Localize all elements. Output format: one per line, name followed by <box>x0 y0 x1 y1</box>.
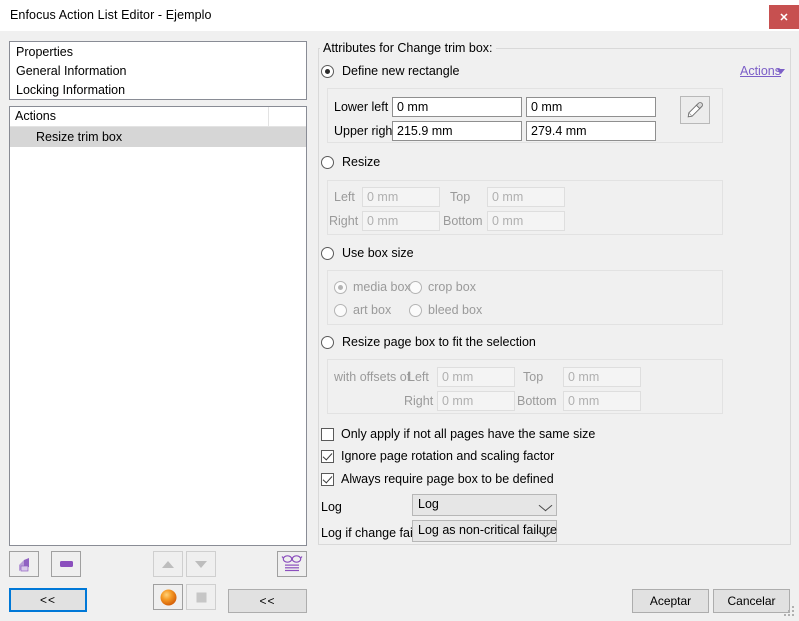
eyedropper-button[interactable] <box>680 96 710 124</box>
orange-sphere-icon <box>160 589 176 605</box>
checkbox-label-ignore-page-rotation-and-scaling-factor[interactable]: Ignore page rotation and scaling factor <box>341 449 554 463</box>
title-divider <box>0 31 799 33</box>
lower-left-label: Lower left <box>334 100 389 114</box>
resize-right-input[interactable]: 0 mm <box>362 211 440 231</box>
radio-bleed-box[interactable] <box>409 304 422 317</box>
upper-right-x-input[interactable]: 215.9 mm <box>392 121 522 141</box>
offset-top-label: Top <box>523 370 544 384</box>
properties-item-properties[interactable]: Properties <box>10 42 306 61</box>
gray-square-icon <box>196 592 206 602</box>
actions-list-header: Actions <box>10 107 306 127</box>
collapse-left-button[interactable]: << <box>9 588 87 612</box>
properties-item-locking-information[interactable]: Locking Information <box>10 80 306 99</box>
lower-left-y-input[interactable]: 0 mm <box>526 97 656 117</box>
lower-left-x-input[interactable]: 0 mm <box>392 97 522 117</box>
checkbox-always-require-page-box-to-be-defined[interactable] <box>321 473 334 486</box>
dialog-window: Enfocus Action List Editor - Ejemplo ✕ P… <box>0 0 799 621</box>
log-label: Log <box>321 500 342 514</box>
radio-use-box-size[interactable] <box>321 247 334 260</box>
radio-label-bleed-box[interactable]: bleed box <box>428 303 482 317</box>
title-bar: Enfocus Action List Editor - Ejemplo ✕ <box>0 0 799 31</box>
properties-item-general-information[interactable]: General Information <box>10 61 306 80</box>
radio-label-resize-page-box-to-fit-selection[interactable]: Resize page box to fit the selection <box>342 335 536 349</box>
stop-button[interactable] <box>186 584 216 610</box>
radio-label-crop-box[interactable]: crop box <box>428 280 476 294</box>
preview-button[interactable] <box>277 551 307 577</box>
radio-define-new-rectangle[interactable] <box>321 65 334 78</box>
resize-bottom-input[interactable]: 0 mm <box>487 211 565 231</box>
move-down-icon <box>195 560 207 568</box>
group-border-right <box>470 48 791 49</box>
offset-right-input[interactable]: 0 mm <box>437 391 515 411</box>
log-if-change-fails-dropdown[interactable]: Log as non-critical failure <box>412 520 557 542</box>
add-action-button[interactable] <box>9 551 39 577</box>
resize-right-label: Right <box>329 214 359 228</box>
log-dropdown[interactable]: Log <box>412 494 557 516</box>
preview-glasses-icon <box>281 555 303 572</box>
cancel-button[interactable]: Cancelar <box>713 589 790 613</box>
resize-top-input[interactable]: 0 mm <box>487 187 565 207</box>
window-title: Enfocus Action List Editor - Ejemplo <box>10 8 212 22</box>
offset-bottom-input[interactable]: 0 mm <box>563 391 641 411</box>
remove-action-button[interactable] <box>51 551 81 577</box>
resize-grip[interactable] <box>784 606 796 618</box>
add-action-icon <box>18 557 29 571</box>
log-if-change-fails-dropdown-value: Log as non-critical failure <box>418 523 557 537</box>
offset-right-label: Right <box>404 394 434 408</box>
properties-list[interactable]: Properties General Information Locking I… <box>9 41 307 100</box>
checkbox-label-only-apply-if-not-all-pages-same-size[interactable]: Only apply if not all pages have the sam… <box>341 427 595 441</box>
resize-left-label: Left <box>334 190 355 204</box>
actions-column-header: Actions <box>15 109 56 123</box>
radio-label-use-box-size[interactable]: Use box size <box>342 246 414 260</box>
radio-label-define-new-rectangle[interactable]: Define new rectangle <box>342 64 459 78</box>
log-if-change-fails-label: Log if change fails <box>321 526 422 540</box>
resize-top-label: Top <box>450 190 471 204</box>
radio-crop-box[interactable] <box>409 281 422 294</box>
resize-bottom-label: Bottom <box>443 214 483 228</box>
actions-list[interactable]: Actions Resize trim box <box>9 106 307 546</box>
offset-left-input[interactable]: 0 mm <box>437 367 515 387</box>
upper-right-y-input[interactable]: 279.4 mm <box>526 121 656 141</box>
radio-art-box[interactable] <box>334 304 347 317</box>
remove-action-icon <box>59 561 73 567</box>
eyedropper-icon <box>687 102 703 118</box>
move-down-button[interactable] <box>186 551 216 577</box>
list-item[interactable]: Resize trim box <box>10 127 306 147</box>
run-button[interactable] <box>153 584 183 610</box>
close-icon[interactable]: ✕ <box>769 5 799 29</box>
accept-button[interactable]: Aceptar <box>632 589 709 613</box>
radio-label-media-box[interactable]: media box <box>353 280 411 294</box>
radio-media-box[interactable] <box>334 281 347 294</box>
chevron-down-icon[interactable] <box>777 69 785 74</box>
checkbox-only-apply-if-not-all-pages-same-size[interactable] <box>321 428 334 441</box>
checkbox-label-always-require-page-box-to-be-defined[interactable]: Always require page box to be defined <box>341 472 554 486</box>
log-dropdown-value: Log <box>418 497 439 511</box>
radio-resize[interactable] <box>321 156 334 169</box>
upper-right-label: Upper right <box>334 124 396 138</box>
radio-label-resize[interactable]: Resize <box>342 155 380 169</box>
column-divider[interactable] <box>268 107 269 127</box>
actions-menu-link[interactable]: Actions <box>740 64 781 78</box>
move-up-button[interactable] <box>153 551 183 577</box>
attributes-group-title: Attributes for Change trim box: <box>320 41 496 55</box>
with-offsets-label: with offsets of <box>334 370 411 384</box>
move-up-icon <box>162 560 174 568</box>
collapse-right-button[interactable]: << <box>228 589 307 613</box>
radio-resize-page-box-to-fit-selection[interactable] <box>321 336 334 349</box>
offset-left-label: Left <box>408 370 429 384</box>
offset-bottom-label: Bottom <box>517 394 557 408</box>
offset-top-input[interactable]: 0 mm <box>563 367 641 387</box>
resize-left-input[interactable]: 0 mm <box>362 187 440 207</box>
checkbox-ignore-page-rotation-and-scaling-factor[interactable] <box>321 450 334 463</box>
chevron-down-icon <box>538 499 553 512</box>
radio-label-art-box[interactable]: art box <box>353 303 391 317</box>
